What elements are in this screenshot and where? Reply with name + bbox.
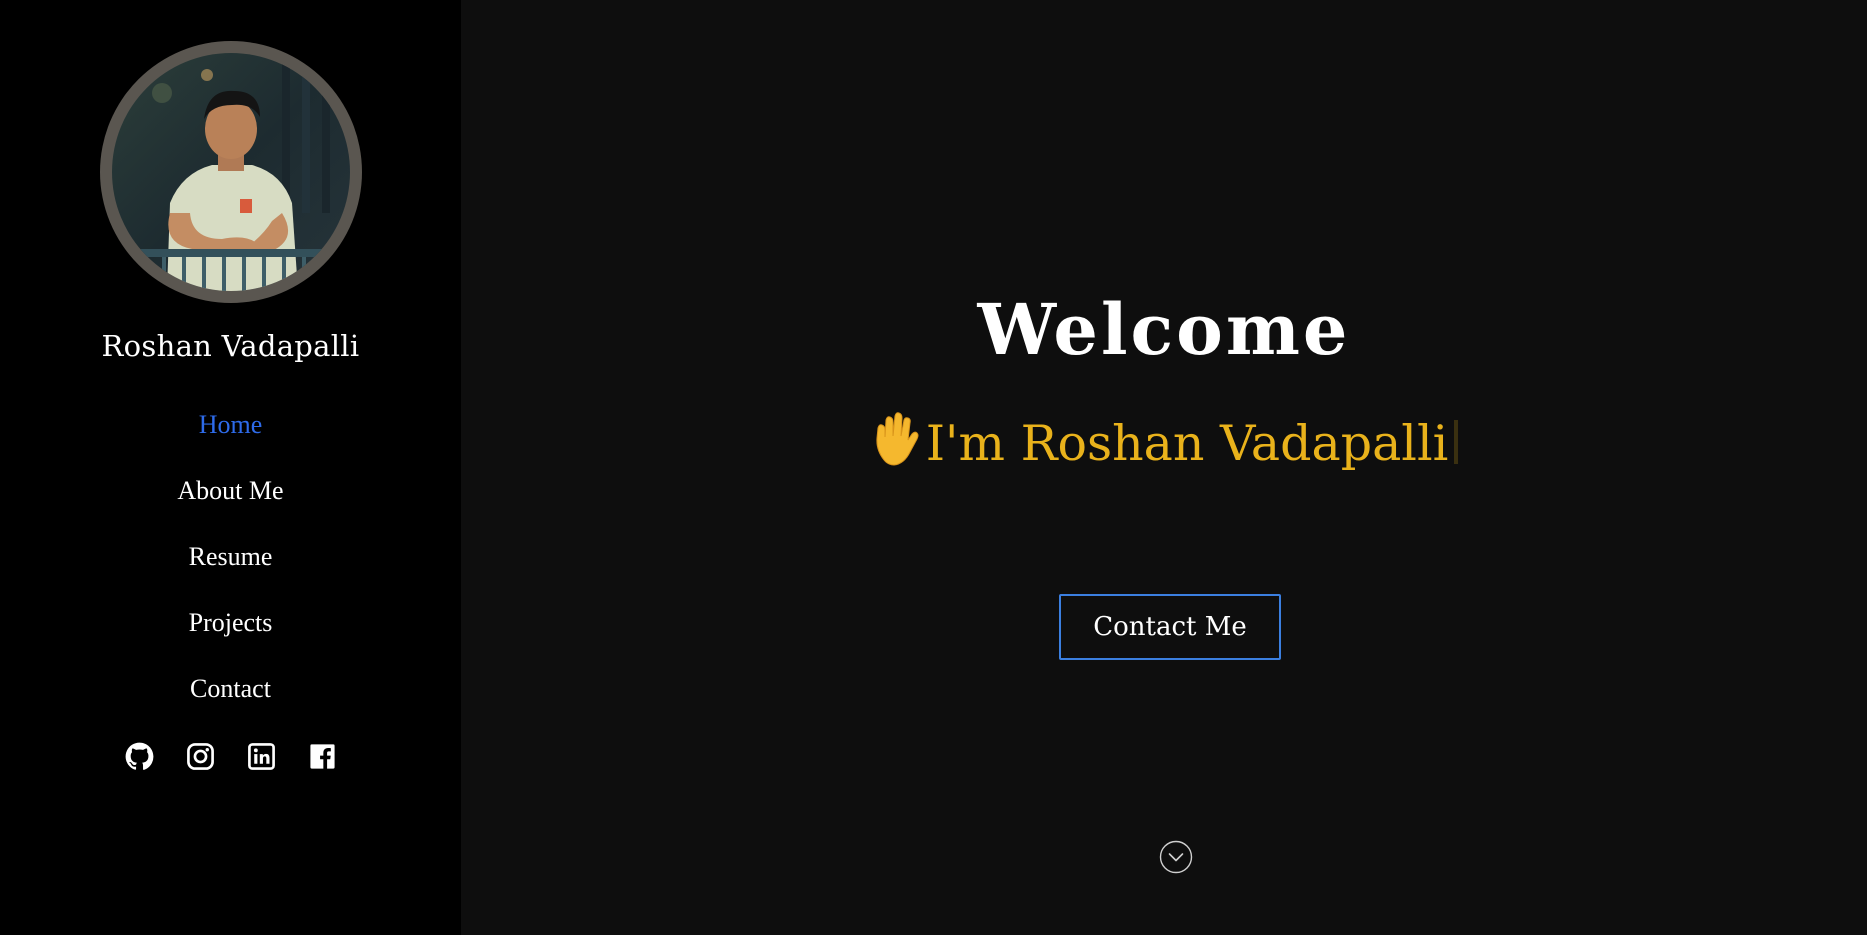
- sidebar-nav: Home About Me Resume Projects Contact: [177, 410, 283, 740]
- github-icon[interactable]: [125, 742, 154, 771]
- chevron-down-circle-icon[interactable]: [1159, 840, 1193, 874]
- social-links: [125, 742, 337, 771]
- sidebar: Roshan Vadapalli Home About Me Resume Pr…: [0, 0, 461, 935]
- nav-item-home[interactable]: Home: [199, 410, 263, 476]
- typing-cursor: [1454, 420, 1459, 464]
- typed-text: I'm Roshan Vadapalli: [925, 415, 1449, 472]
- facebook-icon[interactable]: [308, 742, 337, 771]
- sidebar-name: Roshan Vadapalli: [101, 329, 360, 363]
- nav-item-about-me[interactable]: About Me: [177, 476, 283, 542]
- linkedin-icon[interactable]: [247, 742, 276, 771]
- hero-title: Welcome: [977, 288, 1351, 371]
- hero-section: Welcome I'm Roshan Vadapalli Contact Me: [461, 0, 1867, 935]
- nav-item-projects[interactable]: Projects: [189, 608, 273, 674]
- raised-hand-icon: [876, 412, 919, 466]
- typed-greeting: I'm Roshan Vadapalli: [461, 410, 1867, 474]
- avatar-frame: [99, 41, 362, 303]
- avatar: [111, 53, 350, 291]
- contact-me-button[interactable]: Contact Me: [1059, 594, 1281, 660]
- nav-item-resume[interactable]: Resume: [189, 542, 273, 608]
- page: Roshan Vadapalli Home About Me Resume Pr…: [0, 0, 1867, 935]
- nav-item-contact[interactable]: Contact: [190, 674, 271, 740]
- instagram-icon[interactable]: [186, 742, 215, 771]
